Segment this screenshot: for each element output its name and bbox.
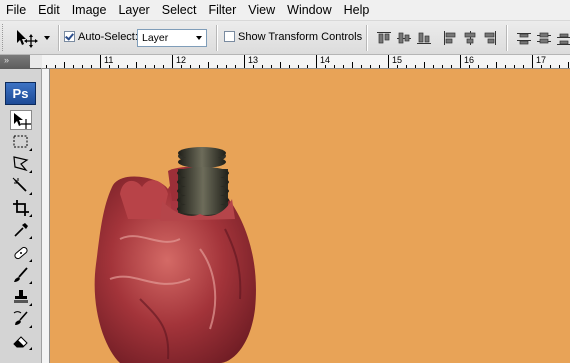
clone-stamp-icon [14,290,28,303]
ruler-label: 17 [536,55,547,65]
align-horizontal-centers-button[interactable] [462,30,478,46]
distribute-vertical-centers-button[interactable] [536,30,552,46]
menu-image[interactable]: Image [66,0,113,20]
marquee-tool-icon [13,135,28,148]
ruler-label: 11 [104,55,114,65]
menu-filter[interactable]: Filter [202,0,242,20]
move-tool[interactable] [10,110,32,130]
healing-brush-tool[interactable] [10,243,32,263]
align-hcenter-icon [464,31,476,45]
ruler-label: 13 [248,55,259,65]
align-bottom-icon [417,32,431,44]
move-tool-icon [17,30,38,48]
lasso-tool[interactable] [10,154,32,174]
brush-tool-icon [14,267,28,282]
align-left-icon [444,31,456,45]
show-transform-checkbox[interactable] [224,31,235,42]
align-top-edges-button[interactable] [376,30,392,46]
photoshop-logo[interactable]: Ps [5,82,36,105]
distribute-top-edges-button[interactable] [516,30,532,46]
align-top-icon [377,32,391,44]
menu-view[interactable]: View [242,0,281,20]
ruler-origin[interactable] [30,55,42,68]
history-brush-tool[interactable] [10,309,32,329]
separator [506,25,508,51]
distribute-top-icon [517,33,531,45]
eyedropper-icon [14,223,28,237]
menu-help[interactable]: Help [338,0,376,20]
tool-preset-picker[interactable] [14,27,54,49]
options-bar-grip[interactable] [2,24,6,51]
auto-select-checkbox[interactable] [64,31,75,42]
ruler-label: 12 [176,55,187,65]
align-vcenter-icon [397,32,411,44]
menu-bar: File Edit Image Layer Select Filter View… [0,0,570,21]
clone-stamp-tool[interactable] [10,287,32,307]
magic-wand-icon [12,177,27,192]
crop-tool[interactable] [10,198,32,218]
ruler-label: 16 [464,55,475,65]
healing-brush-icon [14,246,28,260]
distribute-vcenter-icon [537,32,551,44]
canvas-artwork [94,147,256,363]
menu-layer[interactable]: Layer [112,0,155,20]
eraser-icon [13,336,28,348]
menu-edit[interactable]: Edit [32,0,66,20]
eyedropper-tool[interactable] [10,220,32,240]
magic-wand-tool[interactable] [10,176,32,196]
align-right-edges-button[interactable] [482,30,498,46]
align-vertical-centers-button[interactable] [396,30,412,46]
align-left-edges-button[interactable] [442,30,458,46]
eraser-tool[interactable] [10,331,32,351]
separator [366,25,368,51]
separator [58,25,60,51]
coil-spring [177,147,229,217]
show-transform-label: Show Transform Controls [238,31,363,43]
menu-select[interactable]: Select [156,0,203,20]
chevron-down-icon [196,36,202,40]
auto-select-label: Auto-Select: [78,31,138,43]
lasso-tool-icon [13,156,29,172]
separator [216,25,218,51]
marquee-tool[interactable] [10,132,32,152]
auto-select-dropdown[interactable]: Layer [137,29,207,47]
history-brush-icon [13,311,28,325]
ruler-ticks [46,55,569,68]
distribute-bottom-icon [557,33,570,45]
chevron-down-icon [44,36,50,40]
tools-panel: » Ps [0,55,42,363]
expand-icon[interactable]: » [4,55,9,65]
align-bottom-edges-button[interactable] [416,30,432,46]
brush-tool[interactable] [10,265,32,285]
ruler-label: 15 [392,55,403,65]
distribute-bottom-edges-button[interactable] [556,30,570,46]
vertical-ruler[interactable] [42,69,50,363]
move-tool-icon [14,113,31,129]
document-canvas[interactable] [50,69,570,363]
align-right-icon [484,31,496,45]
horizontal-ruler[interactable]: 10 11 12 13 14 15 16 17 [42,55,570,69]
auto-select-value: Layer [142,32,169,44]
crop-tool-icon [13,200,29,216]
menu-file[interactable]: File [0,0,32,20]
ruler-label: 14 [320,55,331,65]
menu-window[interactable]: Window [281,0,337,20]
options-bar: Auto-Select: Layer Show Transform Contro… [0,21,570,55]
